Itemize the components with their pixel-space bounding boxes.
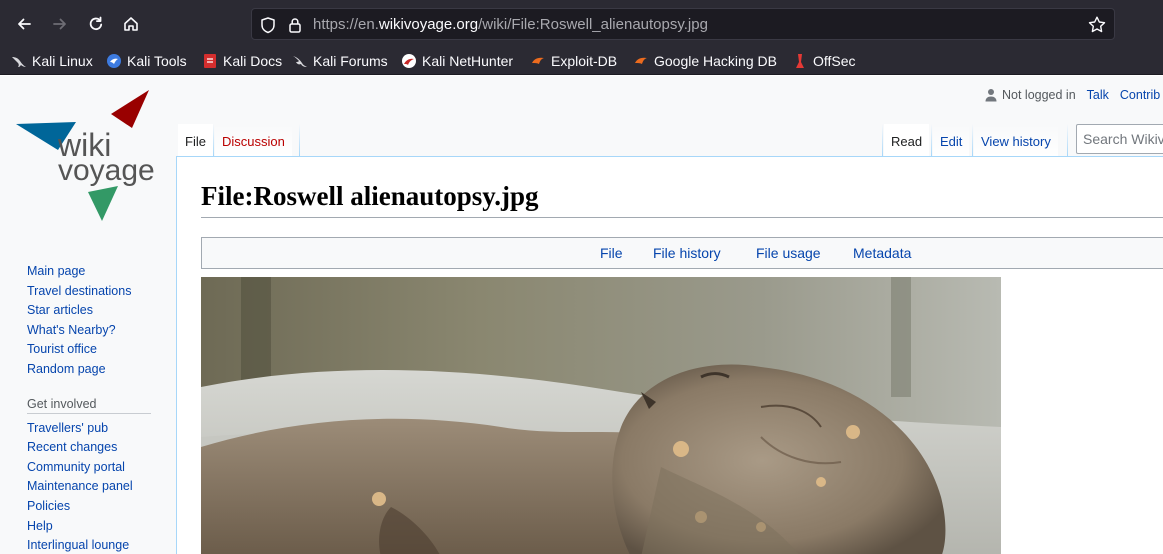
filetoc-file-history-link[interactable]: File history <box>653 245 721 261</box>
address-bar[interactable]: https://en.wikivoyage.org/wiki/File:Rosw… <box>251 8 1115 40</box>
reload-icon <box>89 16 103 31</box>
bookmark-kali-tools[interactable]: Kali Tools <box>106 51 187 71</box>
main-content: File:Roswell alienautopsy.jpg File File … <box>176 156 1163 554</box>
sidebar-item-tourist-office[interactable]: Tourist office <box>27 340 157 360</box>
forward-arrow-icon <box>53 18 66 30</box>
bookmark-label: Kali Linux <box>32 53 93 69</box>
reload-button[interactable] <box>82 10 110 38</box>
tracking-shield-icon[interactable] <box>258 15 278 35</box>
home-icon <box>124 17 138 31</box>
sidebar-item-random-page[interactable]: Random page <box>27 360 157 380</box>
bookmark-kali-linux[interactable]: Kali Linux <box>11 51 93 71</box>
tab-read-label: Read <box>891 134 923 149</box>
filetoc-file-usage-link[interactable]: File usage <box>756 245 821 261</box>
bookmark-star-icon[interactable] <box>1086 14 1108 36</box>
bookmarks-toolbar: Kali Linux Kali Tools Kali Docs Kali For… <box>0 48 1163 75</box>
url-path: /wiki/File:Roswell_alienautopsy.jpg <box>478 16 708 33</box>
logo-text-voyage: voyage <box>58 154 155 187</box>
tab-separator <box>299 124 300 156</box>
tab-separator <box>213 124 214 156</box>
kali-dragon-icon <box>12 57 26 67</box>
tab-file[interactable]: File <box>178 124 213 156</box>
url-prefix: https://en. <box>313 16 379 33</box>
tab-view-history-label: View history <box>981 134 1051 149</box>
tab-separator <box>882 124 883 156</box>
sidebar-get-involved: Travellers' pub Recent changes Community… <box>27 419 157 554</box>
contributions-link[interactable]: Contrib <box>1120 88 1160 102</box>
home-button[interactable] <box>117 10 145 38</box>
ghdb-icon <box>635 57 647 64</box>
personal-tools: Not logged in Talk Contrib <box>985 88 1160 102</box>
talk-link[interactable]: Talk <box>1087 88 1109 102</box>
bookmark-google-hacking-db[interactable]: Google Hacking DB <box>633 51 777 71</box>
file-image-drawing <box>201 277 1001 554</box>
sidebar-item-travel-destinations[interactable]: Travel destinations <box>27 282 157 302</box>
bookmark-label: Kali Tools <box>127 53 187 69</box>
lock-icon[interactable] <box>285 15 305 35</box>
sidebar-item-maintenance-panel[interactable]: Maintenance panel <box>27 477 157 497</box>
tab-file-label: File <box>185 134 206 149</box>
bookmark-kali-nethunter[interactable]: Kali NetHunter <box>401 51 513 71</box>
search-input[interactable]: Search Wikivoyage <box>1076 124 1163 154</box>
tab-edit-label: Edit <box>940 134 963 149</box>
sidebar-item-recent-changes[interactable]: Recent changes <box>27 438 157 458</box>
tab-discussion-label: Discussion <box>222 134 285 149</box>
url-host: wikivoyage.org <box>378 16 479 33</box>
not-logged-in-text: Not logged in <box>1002 88 1076 102</box>
bookmark-label: Google Hacking DB <box>654 53 777 69</box>
back-arrow-icon <box>18 18 31 30</box>
nethunter-icon <box>402 54 416 68</box>
title-divider <box>201 217 1163 218</box>
bookmark-kali-docs[interactable]: Kali Docs <box>202 51 282 71</box>
bookmark-label: Kali NetHunter <box>422 53 514 69</box>
file-image[interactable] <box>201 277 1001 554</box>
url-text[interactable]: https://en.wikivoyage.org/wiki/File:Rosw… <box>313 16 708 33</box>
bookmark-label: Kali Docs <box>223 53 283 69</box>
sidebar-item-star-articles[interactable]: Star articles <box>27 301 157 321</box>
bookmark-label: Exploit-DB <box>551 53 618 69</box>
kali-docs-icon <box>204 54 216 68</box>
sidebar-item-main-page[interactable]: Main page <box>27 262 157 282</box>
bookmark-label: Kali Forums <box>313 53 388 69</box>
wiki-page: wiki voyage Not logged in Talk Contrib F… <box>0 76 1163 554</box>
wikivoyage-logo[interactable]: wiki voyage <box>14 88 164 223</box>
filetoc-file-link[interactable]: File <box>600 245 623 261</box>
file-toc: File File history File usage Metadata <box>201 237 1163 269</box>
tab-separator <box>972 124 973 156</box>
forward-button[interactable] <box>46 10 74 38</box>
user-icon <box>985 89 997 102</box>
offsec-icon <box>796 54 804 68</box>
tab-read[interactable]: Read <box>884 124 930 156</box>
sidebar-heading-get-involved: Get involved <box>27 394 151 414</box>
sidebar-item-community-portal[interactable]: Community portal <box>27 458 157 478</box>
bookmark-exploit-db[interactable]: Exploit-DB <box>530 51 617 71</box>
sidebar-item-interlingual-lounge[interactable]: Interlingual lounge <box>27 536 157 554</box>
filetoc-metadata-link[interactable]: Metadata <box>853 245 911 261</box>
back-button[interactable] <box>10 10 38 38</box>
page-title: File:Roswell alienautopsy.jpg <box>201 181 539 211</box>
kali-tools-icon <box>107 54 121 68</box>
kali-forums-icon <box>293 56 307 67</box>
sidebar-item-policies[interactable]: Policies <box>27 497 157 517</box>
tab-edit[interactable]: Edit <box>933 124 970 156</box>
bookmark-kali-forums[interactable]: Kali Forums <box>292 51 388 71</box>
tab-separator <box>1067 124 1068 156</box>
browser-toolbar: https://en.wikivoyage.org/wiki/File:Rosw… <box>0 0 1163 48</box>
sidebar-item-help[interactable]: Help <box>27 517 157 537</box>
sidebar-navigation: Main page Travel destinations Star artic… <box>27 262 157 380</box>
sidebar-item-whats-nearby[interactable]: What's Nearby? <box>27 321 157 341</box>
tab-discussion[interactable]: Discussion <box>215 124 292 156</box>
sidebar: Main page Travel destinations Star artic… <box>27 262 157 554</box>
bookmark-offsec[interactable]: OffSec <box>792 51 856 71</box>
bookmark-label: OffSec <box>813 53 856 69</box>
tab-view-history[interactable]: View history <box>974 124 1058 156</box>
sidebar-item-travellers-pub[interactable]: Travellers' pub <box>27 419 157 439</box>
exploit-db-icon <box>532 57 544 64</box>
tab-separator <box>931 124 932 156</box>
